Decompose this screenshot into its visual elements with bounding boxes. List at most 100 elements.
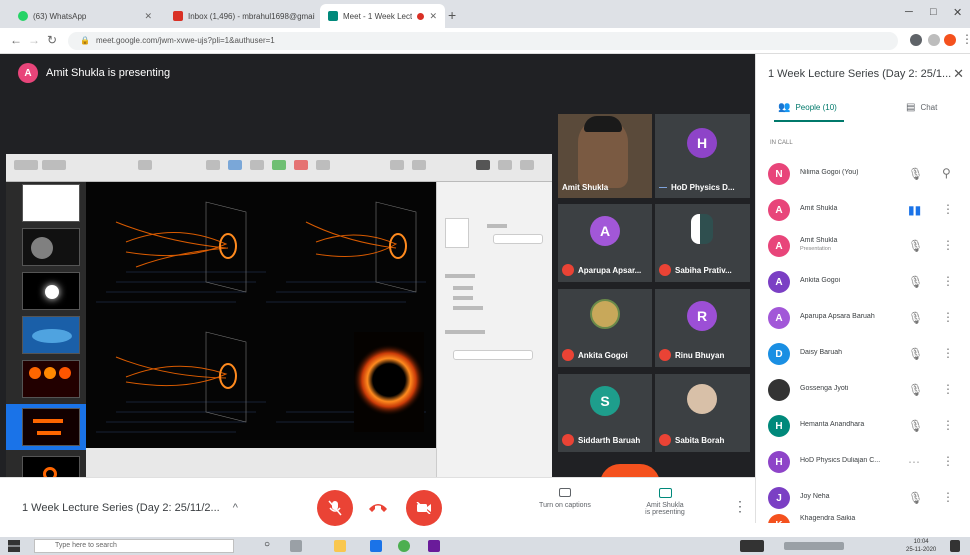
notification-icon[interactable] <box>950 540 960 552</box>
tab-title: Inbox (1,496) - mbrahul1698@gmail.com <box>188 11 315 21</box>
video-tile-siddarth[interactable]: S Siddarth Baruah <box>558 374 652 452</box>
search-placeholder: Type here to search <box>55 542 117 549</box>
more-options-icon[interactable]: ⋮ <box>942 238 954 252</box>
toolbar-button <box>138 160 152 170</box>
reload-icon[interactable]: ↻ <box>47 33 57 47</box>
inspector-button[interactable] <box>453 350 533 360</box>
participant-row[interactable]: A Ankita Gogoi 🎙︎ ⋮ <box>756 265 970 301</box>
participant-row[interactable]: J Joy Neha 🎙︎ ⋮ <box>756 481 970 517</box>
slide-thumbnail[interactable] <box>22 272 80 310</box>
tab-people[interactable]: 👥 People (10) <box>778 102 837 113</box>
participant-avatar: H <box>768 415 790 437</box>
video-tile-aparupa[interactable]: A Aparupa Apsar... <box>558 204 652 282</box>
extension-icon[interactable] <box>910 34 922 46</box>
mic-muting-icon: ⋯ <box>908 455 920 469</box>
browser-tab-meet[interactable]: Meet - 1 Week Lecture Series ✕ <box>320 4 445 28</box>
captions-button[interactable]: Turn on captions <box>530 488 600 509</box>
leave-call-button[interactable] <box>368 500 388 518</box>
camera-toggle-button[interactable] <box>406 490 442 526</box>
browser-tab-gmail[interactable]: Inbox (1,496) - mbrahul1698@gmail.com ✕ <box>165 4 315 28</box>
chrome-icon[interactable] <box>398 540 410 552</box>
pin-icon[interactable]: ⚲ <box>942 166 951 180</box>
forward-icon[interactable]: → <box>28 33 40 47</box>
mic-off-icon: 🎙︎ <box>908 275 924 289</box>
participant-row[interactable]: H Hemanta Anandhara 🎙︎ ⋮ <box>756 409 970 445</box>
back-icon[interactable]: ← <box>10 33 22 47</box>
presenting-button[interactable]: Amit Shukla is presenting <box>630 488 700 516</box>
video-tile-amit-shukla[interactable]: Amit Shukla <box>558 114 652 198</box>
participant-row[interactable]: N Nilima Gogoi (You) 🎙︎ ⚲ <box>756 157 970 193</box>
meeting-details[interactable]: 1 Week Lecture Series (Day 2: 25/11/2...… <box>22 502 238 514</box>
store-icon[interactable] <box>428 540 440 552</box>
more-options-icon[interactable]: ⋮ <box>942 454 954 468</box>
more-options-icon[interactable]: ⋮ <box>942 490 954 504</box>
taskbar-clock[interactable]: 10:04 25-11-2020 <box>906 538 936 554</box>
more-options-icon[interactable]: ⋮ <box>942 202 954 216</box>
tile-name: — HoD Physics D... <box>659 183 735 192</box>
inspector-button[interactable] <box>493 234 543 244</box>
video-tile-sabiha[interactable]: Sabiha Prativ... <box>655 204 750 282</box>
windows-start-icon[interactable] <box>8 540 20 552</box>
star-icon[interactable] <box>928 34 940 46</box>
participant-row[interactable]: Gossenga Jyoti 🎙︎ ⋮ <box>756 373 970 409</box>
slide-thumbnail[interactable] <box>22 316 80 354</box>
close-panel-icon[interactable]: ✕ <box>953 66 964 82</box>
inspector-line <box>453 296 473 300</box>
toolbar-button <box>520 160 534 170</box>
slide-thumbnail[interactable] <box>22 360 80 398</box>
system-tray-icons[interactable] <box>784 542 844 550</box>
mic-active-icon: ▮▮ <box>908 203 922 217</box>
participant-name: Amit Shukla <box>800 205 838 212</box>
mic-off-icon: 🎙︎ <box>908 311 924 325</box>
more-options-icon[interactable]: ⋮ <box>942 274 954 288</box>
new-tab-button[interactable]: + <box>448 7 456 23</box>
more-options-icon[interactable]: ⋮ <box>733 498 747 515</box>
more-options-icon[interactable]: ⋮ <box>942 382 954 396</box>
video-tile-sabita[interactable]: Sabita Borah <box>655 374 750 452</box>
participant-row[interactable]: H HoD Physics Duliajan C... ⋯ ⋮ <box>756 445 970 481</box>
more-options-icon[interactable]: ⋮ <box>942 418 954 432</box>
participant-row[interactable]: A Aparupa Apsara Baruah 🎙︎ ⋮ <box>756 301 970 337</box>
participant-row[interactable]: A Amit Shukla Presentation 🎙︎ ⋮ <box>756 229 970 265</box>
tray-app-icon[interactable] <box>740 540 764 552</box>
taskbar-search-input[interactable]: Type here to search <box>34 539 234 553</box>
participant-name: Joy Neha <box>800 493 830 500</box>
mic-toggle-button[interactable] <box>317 490 353 526</box>
chevron-up-icon[interactable]: ^ <box>233 502 238 514</box>
cortana-icon[interactable]: ○ <box>264 539 270 550</box>
mic-off-icon <box>659 264 671 276</box>
windows-taskbar: Type here to search ○ 10:04 25-11-2020 <box>0 537 970 555</box>
slide-thumbnail-selected[interactable] <box>22 408 80 446</box>
url-text: meet.google.com/jwm-xvwe-ujs?pli=1&authu… <box>95 36 275 45</box>
slide-thumbnail[interactable] <box>22 228 80 266</box>
video-tile-rinu[interactable]: R Rinu Bhuyan <box>655 289 750 367</box>
browser-tab-whatsapp[interactable]: (63) WhatsApp ✕ <box>10 4 160 28</box>
presenter-banner: A Amit Shukla is presenting <box>18 62 170 84</box>
minimize-icon[interactable]: ─ <box>905 6 913 18</box>
participant-row[interactable]: A Amit Shukla ▮▮ ⋮ <box>756 193 970 229</box>
participant-row[interactable]: K Khagendra Saikia <box>756 514 970 523</box>
close-window-icon[interactable]: ✕ <box>953 6 962 19</box>
edge-icon[interactable] <box>370 540 382 552</box>
menu-dots-icon[interactable]: ⋮ <box>961 32 970 46</box>
participant-avatar: N <box>768 163 790 185</box>
tile-name: Sabita Borah <box>659 434 724 446</box>
video-tile-hod-physics[interactable]: H — HoD Physics D... <box>655 114 750 198</box>
maximize-icon[interactable]: □ <box>930 6 937 18</box>
more-options-icon[interactable]: ⋮ <box>942 346 954 360</box>
toolbar-button <box>206 160 220 170</box>
url-field[interactable]: 🔒 meet.google.com/jwm-xvwe-ujs?pli=1&auth… <box>68 32 898 50</box>
participant-row[interactable]: D Daisy Baruah 🎙︎ ⋮ <box>756 337 970 373</box>
close-tab-icon[interactable]: ✕ <box>429 11 437 22</box>
close-tab-icon[interactable]: ✕ <box>144 11 152 22</box>
profile-avatar[interactable] <box>944 34 956 46</box>
task-view-icon[interactable] <box>290 540 302 552</box>
more-options-icon[interactable]: ⋮ <box>942 310 954 324</box>
video-tile-ankita[interactable]: Ankita Gogoi <box>558 289 652 367</box>
file-explorer-icon[interactable] <box>334 540 346 552</box>
clock-time: 10:04 <box>913 539 929 545</box>
slide-thumbnail[interactable] <box>22 184 80 222</box>
inspector-line <box>487 224 507 228</box>
tab-chat[interactable]: ▤ Chat <box>906 102 937 113</box>
shared-screen[interactable] <box>6 154 552 528</box>
